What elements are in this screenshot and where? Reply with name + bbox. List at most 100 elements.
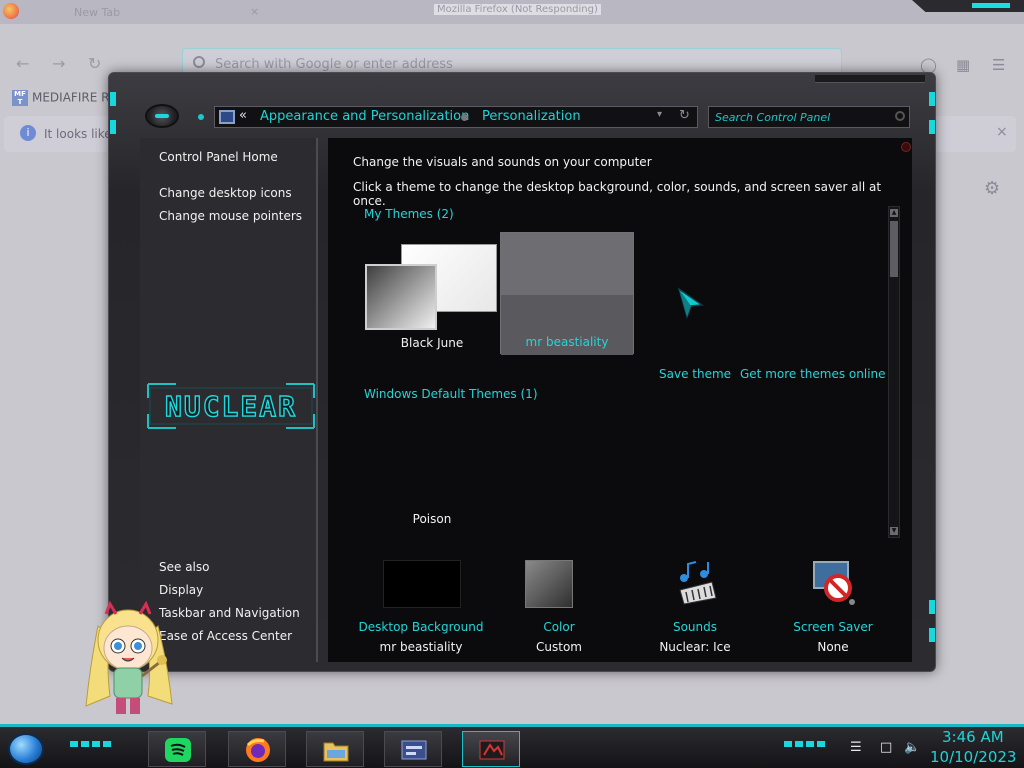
show-desktop-icon[interactable]: ☰	[850, 740, 862, 755]
clock-time[interactable]: 3:46 AM	[942, 728, 1004, 746]
titlebar-decoration	[912, 0, 1024, 12]
default-themes-heading[interactable]: Windows Default Themes (1)	[364, 387, 538, 401]
scroll-thumb[interactable]	[890, 221, 898, 277]
taskbar-spotify[interactable]	[148, 731, 206, 767]
theme-poison[interactable]: Poison	[365, 408, 499, 530]
menu-icon[interactable]: ☰	[992, 56, 1005, 74]
control-panel-icon	[219, 110, 235, 124]
taskbar-control-panel[interactable]	[384, 731, 442, 767]
tab-new-tab[interactable]: New Tab ×	[44, 4, 290, 24]
search-icon[interactable]	[895, 111, 905, 121]
star-butterfly-sticker	[85, 600, 173, 714]
extensions-icon[interactable]: ▦	[956, 56, 970, 74]
search-icon	[193, 56, 205, 68]
spotify-icon	[165, 738, 191, 762]
theme-mr-beastiality[interactable]: mr beastiality	[500, 232, 634, 355]
notification-close-icon[interactable]: ×	[996, 124, 1008, 140]
navigation-dot-icon	[198, 114, 204, 120]
theme-name: Poison	[412, 512, 452, 526]
volume-icon[interactable]: 🔈	[904, 740, 920, 755]
clock-date[interactable]: 10/10/2023	[930, 748, 1016, 766]
frame-accent	[929, 92, 935, 106]
breadcrumb-personalization[interactable]: Personalization	[482, 109, 581, 124]
firefox-logo-icon	[3, 3, 19, 19]
taskbar-personalization[interactable]	[462, 731, 520, 767]
scroll-up-icon[interactable]: ▲	[890, 209, 898, 217]
theme-name: mr beastiality	[525, 335, 609, 349]
themes-scrollbar[interactable]: ▲ ▼	[888, 206, 900, 538]
page-title: Change the visuals and sounds on your co…	[353, 155, 652, 169]
help-icon[interactable]	[901, 142, 911, 152]
logo-text: NUCLEAR	[165, 390, 297, 423]
reload-icon[interactable]: ↻	[88, 54, 101, 73]
breadcrumb-overflow[interactable]: «	[239, 108, 247, 123]
nav-ease-of-access-center[interactable]: Ease of Access Center	[159, 629, 292, 643]
desktop-background-swatch	[383, 560, 461, 608]
info-icon: i	[20, 125, 36, 141]
nuclear-logo: NUCLEAR	[147, 383, 315, 429]
taskbar	[0, 724, 1024, 768]
tab-close-icon[interactable]: ×	[250, 5, 259, 18]
taskbar-decoration	[70, 741, 114, 747]
save-theme-link[interactable]: Save theme	[659, 367, 731, 381]
nav-change-mouse-pointers[interactable]: Change mouse pointers	[159, 209, 302, 223]
get-more-themes-link[interactable]: Get more themes online	[740, 367, 886, 381]
frame-accent	[110, 120, 116, 134]
forward-icon[interactable]: →	[52, 54, 65, 73]
breadcrumb[interactable]: « Appearance and Personalization Persona…	[214, 106, 698, 128]
theme-name: Black June	[400, 336, 464, 350]
theme-preview-window	[365, 264, 437, 330]
back-forward-orb-icon[interactable]	[145, 104, 179, 128]
setting-value: Nuclear: Ice	[659, 640, 731, 654]
page-description: Click a theme to change the desktop back…	[353, 180, 882, 208]
tab-title: New Tab	[74, 6, 121, 19]
theme-preview-top	[501, 233, 633, 295]
see-also-heading: See also	[159, 560, 210, 574]
taskbar-decoration	[784, 741, 828, 747]
refresh-icon[interactable]: ↻	[679, 108, 690, 123]
bookmark-mediafire[interactable]: MF T MEDIAFIRE RO	[12, 90, 119, 106]
screen-saver-icon	[813, 561, 855, 605]
theme-black-june[interactable]: Black June	[365, 232, 499, 354]
folder-icon	[323, 742, 349, 762]
search-control-panel-input[interactable]: Search Control Panel	[708, 106, 910, 128]
window-top-decoration	[815, 75, 925, 83]
address-placeholder: Search with Google or enter address	[215, 57, 453, 72]
control-panel-icon	[401, 740, 427, 760]
frame-accent	[929, 120, 935, 134]
setting-title: Sounds	[672, 620, 718, 634]
frame-accent	[929, 600, 935, 614]
taskbar-firefox[interactable]	[228, 731, 286, 767]
screen-saver-setting[interactable]: Screen Saver None	[768, 560, 898, 656]
bookmark-favicon: MF T	[12, 90, 28, 106]
breadcrumb-separator-icon[interactable]	[461, 114, 468, 121]
back-icon[interactable]: ←	[16, 54, 29, 73]
taskbar-file-explorer[interactable]	[306, 731, 364, 767]
setting-value: mr beastiality	[379, 640, 463, 654]
my-themes-heading[interactable]: My Themes (2)	[364, 207, 454, 221]
scroll-down-icon[interactable]: ▼	[890, 527, 898, 535]
personalization-icon	[479, 740, 505, 760]
setting-title: Color	[543, 620, 575, 634]
mouse-cursor-icon	[677, 287, 705, 320]
nav-taskbar-and-navigation[interactable]: Taskbar and Navigation	[159, 606, 300, 620]
sounds-setting[interactable]: Sounds Nuclear: Ice	[630, 560, 760, 656]
nav-control-panel-home[interactable]: Control Panel Home	[159, 150, 278, 164]
breadcrumb-appearance[interactable]: Appearance and Personalization	[260, 109, 469, 124]
setting-value: Custom	[536, 640, 582, 654]
frame-accent	[110, 92, 116, 106]
firefox-icon	[246, 738, 270, 762]
desktop-background-setting[interactable]: Desktop Background mr beastiality	[356, 560, 486, 656]
sounds-icon	[679, 561, 717, 605]
nav-change-desktop-icons[interactable]: Change desktop icons	[159, 186, 292, 200]
address-dropdown-icon[interactable]: ▾	[657, 109, 662, 120]
bookmark-label: MEDIAFIRE RO	[32, 90, 119, 105]
nav-display[interactable]: Display	[159, 583, 203, 597]
window-title: Mozilla Firefox (Not Responding)	[434, 4, 601, 15]
start-button[interactable]	[8, 733, 44, 765]
settings-icon[interactable]: ⚙	[984, 178, 1000, 199]
network-icon[interactable]: □	[880, 740, 892, 755]
content-pane: Change the visuals and sounds on your co…	[328, 138, 912, 662]
color-swatch	[525, 560, 573, 608]
color-setting[interactable]: Color Custom	[494, 560, 624, 656]
